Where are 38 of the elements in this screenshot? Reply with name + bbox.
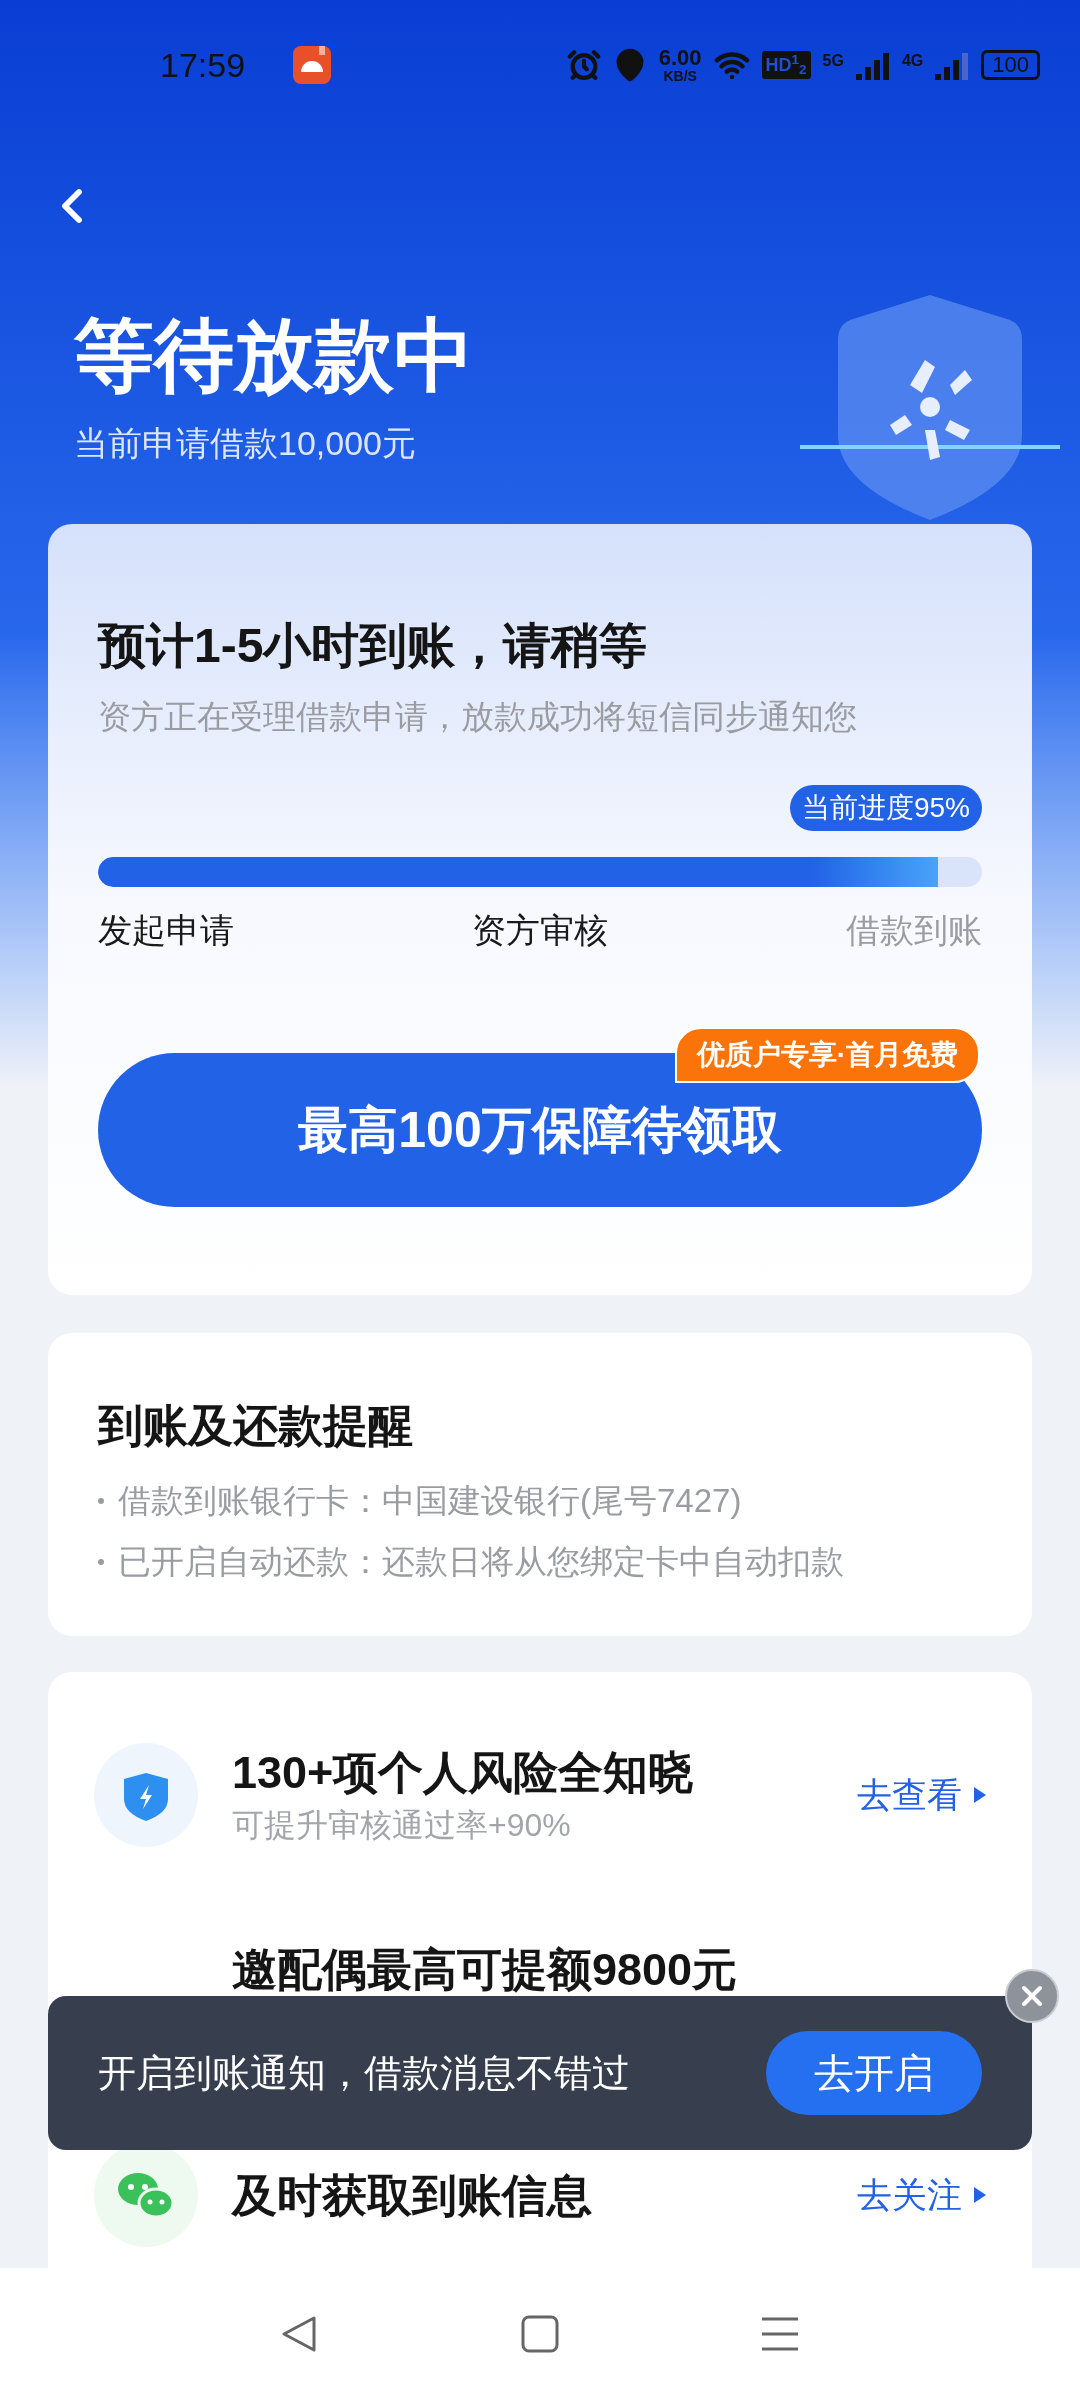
service-link[interactable]: 去查看	[857, 1768, 986, 1822]
close-button[interactable]	[1005, 1969, 1059, 2023]
page-subtitle: 当前申请借款10,000元	[74, 426, 417, 460]
triangle-icon	[974, 2187, 986, 2203]
bullet-icon	[98, 1558, 104, 1565]
alarm-icon	[566, 48, 601, 82]
progress-step: 发起申请	[98, 913, 234, 947]
network-type: 5G	[822, 51, 844, 71]
progress-step: 借款到账	[846, 913, 982, 947]
app-icon	[293, 46, 332, 84]
promo-tag: 优质户专享·首月免费	[674, 1027, 980, 1083]
subtitle: 资方正在受理借款申请，放款成功将短信同步通知您	[98, 700, 858, 733]
network-type: 4G	[901, 51, 924, 71]
enable-button[interactable]: 去开启	[766, 2031, 982, 2115]
progress-badge: 当前进度95%	[789, 785, 982, 831]
service-subtitle: 可提升审核通过率+90%	[232, 1808, 572, 1841]
toast-text: 开启到账通知，借款消息不错过	[98, 2050, 631, 2096]
clock-time: 17:59	[160, 44, 246, 86]
home-nav-icon[interactable]	[521, 2315, 559, 2353]
menu-nav-icon[interactable]	[759, 2316, 800, 2352]
speed-unit: KB/S	[663, 69, 697, 83]
service-title: 及时获取到账信息	[232, 2172, 593, 2218]
shield-icon	[94, 1743, 198, 1847]
signal-icon	[935, 50, 970, 80]
service-title: 邀配偶最高可提额9800元	[232, 1944, 738, 1995]
reminder-text: 已开启自动还款：还款日将从您绑定卡中自动扣款	[118, 1545, 844, 1578]
progress-step: 资方审核	[472, 913, 608, 947]
title: 预计1-5小时到账，请稍等	[98, 622, 649, 670]
bullet-icon	[98, 1497, 104, 1504]
battery-indicator: 100	[981, 50, 1040, 80]
service-link[interactable]: 去关注	[857, 2168, 986, 2222]
signal-icon	[855, 50, 890, 80]
page-title: 等待放款中	[74, 316, 475, 396]
card-title: 到账及还款提醒	[98, 1403, 414, 1448]
triangle-icon	[974, 1787, 986, 1803]
network-speed: 6.00	[658, 47, 702, 69]
reminder-text: 借款到账银行卡：中国建设银行(尾号7427)	[118, 1484, 742, 1517]
service-title: 130+项个人风险全知晓	[232, 1749, 695, 1795]
